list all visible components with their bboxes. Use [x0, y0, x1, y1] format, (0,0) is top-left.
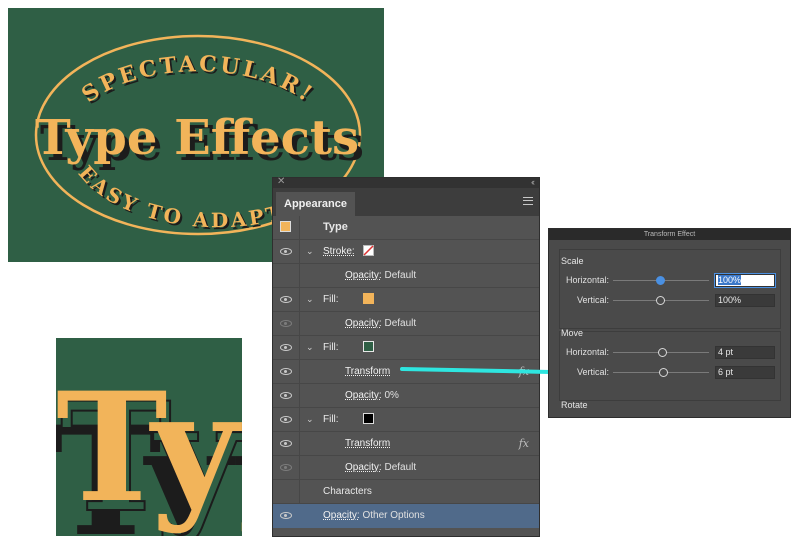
eye-icon[interactable]	[280, 344, 292, 351]
stroke-swatch[interactable]	[363, 245, 374, 256]
artwork-top-text: SPECTACULAR!	[77, 51, 316, 108]
panel-menu-icon[interactable]	[523, 197, 533, 205]
panel-tabbar: Appearance	[273, 188, 539, 216]
move-vertical-knob[interactable]	[659, 368, 668, 377]
eye-icon[interactable]	[280, 248, 292, 255]
dialog-title: Transform Effect	[549, 229, 790, 240]
opacity-value: Default	[384, 318, 417, 329]
eye-icon[interactable]	[280, 416, 292, 423]
close-icon[interactable]: ✕	[277, 176, 285, 188]
opacity-label[interactable]: Opacity:	[345, 318, 382, 329]
appearance-panel: ✕ ‹‹ Appearance Type ⌄ Stroke: Opacity: …	[273, 176, 539, 536]
scale-group	[559, 249, 781, 329]
appearance-row-fill[interactable]: ⌄ Fill:	[273, 288, 539, 312]
move-vertical-input[interactable]: 6 pt	[715, 366, 775, 379]
opacity-value: Other Options	[362, 510, 425, 521]
move-horizontal-label: Horizontal:	[565, 347, 609, 357]
panel-titlebar: ✕ ‹‹	[273, 176, 539, 188]
fill-label: Fill:	[323, 414, 339, 425]
chevron-down-icon[interactable]: ⌄	[306, 245, 314, 257]
eye-icon[interactable]	[280, 512, 292, 519]
artwork-title: Type Effects	[35, 110, 359, 166]
scale-horizontal-knob[interactable]	[656, 276, 665, 285]
appearance-row-opacity[interactable]: Opacity: Default	[273, 264, 539, 288]
move-horizontal-knob[interactable]	[658, 348, 667, 357]
rotate-heading: Rotate	[561, 400, 588, 410]
opacity-value: Default	[384, 270, 417, 281]
appearance-row-characters[interactable]: Characters	[273, 480, 539, 504]
fill-label: Fill:	[323, 342, 339, 353]
fill-swatch[interactable]	[363, 293, 374, 304]
scale-horizontal-input[interactable]: 100%	[714, 273, 776, 288]
transform-effect-link[interactable]: Transform	[345, 360, 390, 383]
appearance-row-type[interactable]: Type	[273, 216, 539, 240]
scale-horizontal-label: Horizontal:	[565, 275, 609, 285]
appearance-row-opacity[interactable]: Opacity: Default	[273, 456, 539, 480]
eye-icon[interactable]	[280, 296, 292, 303]
opacity-label[interactable]: Opacity:	[345, 462, 382, 473]
appearance-row-fill[interactable]: ⌄ Fill:	[273, 408, 539, 432]
move-heading: Move	[561, 328, 584, 338]
appearance-row-fill[interactable]: ⌄ Fill:	[273, 336, 539, 360]
chevron-down-icon[interactable]: ⌄	[306, 293, 314, 305]
opacity-value: Default	[384, 462, 417, 473]
scale-vertical-label: Vertical:	[576, 295, 609, 305]
transform-effect-link[interactable]: Transform	[345, 432, 390, 455]
chevron-down-icon[interactable]: ⌄	[306, 413, 314, 425]
tab-appearance[interactable]: Appearance	[276, 192, 355, 216]
scale-heading: Scale	[561, 256, 584, 266]
artwork-zoom-canvas: Type Type Type	[56, 360, 242, 536]
scale-vertical-input[interactable]: 100%	[715, 294, 775, 307]
appearance-row-opacity[interactable]: Opacity: 0%	[273, 384, 539, 408]
fill-label: Fill:	[323, 294, 339, 305]
type-swatch	[280, 221, 291, 232]
opacity-label[interactable]: Opacity:	[345, 270, 382, 281]
move-horizontal-input[interactable]: 4 pt	[715, 346, 775, 359]
zoom-text: Type	[56, 360, 242, 536]
opacity-label[interactable]: Opacity:	[345, 390, 382, 401]
opacity-value: 0%	[384, 390, 399, 401]
scale-vertical-knob[interactable]	[656, 296, 665, 305]
appearance-row-opacity-selected[interactable]: Opacity: Other Options	[273, 504, 539, 528]
characters-label: Characters	[323, 486, 372, 497]
row-label: Type	[323, 221, 348, 233]
stroke-label[interactable]: Stroke:	[323, 240, 355, 263]
move-vertical-label: Vertical:	[576, 367, 609, 377]
eye-icon[interactable]	[280, 440, 292, 447]
eye-icon[interactable]	[280, 368, 292, 375]
opacity-label[interactable]: Opacity:	[323, 510, 360, 521]
eye-icon[interactable]	[280, 392, 292, 399]
svg-text:SPECTACULAR!: SPECTACULAR!	[77, 51, 319, 108]
appearance-row-stroke[interactable]: ⌄ Stroke:	[273, 240, 539, 264]
collapse-icon[interactable]: ‹‹	[531, 176, 535, 188]
artwork-zoom: Type Type Type	[56, 338, 242, 536]
eye-icon[interactable]	[280, 464, 292, 471]
fx-icon[interactable]: fx	[519, 432, 529, 455]
transform-effect-dialog: Transform Effect Scale Horizontal: 100% …	[549, 229, 790, 417]
fill-swatch[interactable]	[363, 341, 374, 352]
appearance-row-opacity[interactable]: Opacity: Default	[273, 312, 539, 336]
fill-swatch[interactable]	[363, 413, 374, 424]
eye-icon[interactable]	[280, 320, 292, 327]
connector-arrow-icon	[400, 364, 568, 380]
chevron-down-icon[interactable]: ⌄	[306, 341, 314, 353]
appearance-row-effect[interactable]: Transform fx	[273, 432, 539, 456]
